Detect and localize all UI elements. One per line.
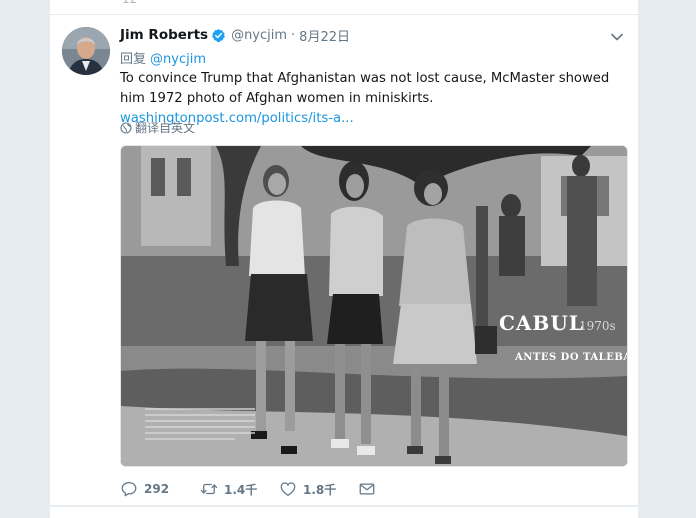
photo-year: 1970s (579, 319, 616, 333)
verified-badge-icon (211, 28, 226, 43)
timeline-page: 12 Jim Roberts (0, 0, 696, 518)
timeline-column: 12 Jim Roberts (49, 0, 639, 518)
reply-context: 回复 @nycjim (120, 48, 206, 67)
previous-reply-count[interactable]: 12 (122, 0, 137, 6)
header-separator: · (291, 27, 296, 43)
tweet-actions: 292 1.4千 1.8千 (120, 479, 376, 499)
reply-icon (121, 481, 137, 497)
retweet-count: 1.4千 (224, 482, 258, 497)
heart-icon (280, 482, 296, 497)
globe-icon (120, 121, 132, 134)
retweet-icon (200, 483, 218, 495)
envelope-icon (359, 483, 375, 495)
photo-title: CABUL (499, 311, 584, 335)
translate-link[interactable]: 翻译自英文 (120, 119, 195, 136)
retweet-button[interactable]: 1.4千 (200, 480, 279, 498)
avatar-image (62, 27, 110, 75)
reply-count: 292 (144, 482, 170, 496)
next-tweet-divider (50, 506, 638, 518)
avatar[interactable] (62, 27, 110, 75)
reply-prefix: 回复 (120, 52, 147, 67)
reply-button[interactable]: 292 (120, 480, 200, 498)
previous-tweet-actions: 12 (122, 0, 137, 6)
direct-message-button[interactable] (358, 480, 376, 498)
like-count: 1.8千 (303, 482, 337, 497)
tweet-header: Jim Roberts @nycjim · 8月22日 (120, 25, 350, 45)
tweet-photo[interactable]: CABUL 1970s ANTES DO TALEBAN (120, 145, 628, 467)
like-button[interactable]: 1.8千 (279, 480, 358, 498)
author-handle[interactable]: @nycjim (231, 28, 287, 43)
photo-subtitle: ANTES DO TALEBAN (515, 352, 627, 363)
photo-image (121, 146, 627, 466)
author-name[interactable]: Jim Roberts (120, 27, 208, 43)
tweet-date[interactable]: 8月22日 (299, 26, 350, 45)
chevron-down-icon[interactable] (610, 29, 624, 43)
tweet-body: To convince Trump that Afghanistan was n… (120, 71, 610, 106)
reply-mention-link[interactable]: @nycjim (150, 52, 206, 67)
previous-tweet-footer: 12 (50, 0, 638, 15)
translate-label: 翻译自英文 (135, 121, 196, 135)
tweet[interactable]: Jim Roberts @nycjim · 8月22日 回复 @nycjim T… (50, 15, 638, 506)
